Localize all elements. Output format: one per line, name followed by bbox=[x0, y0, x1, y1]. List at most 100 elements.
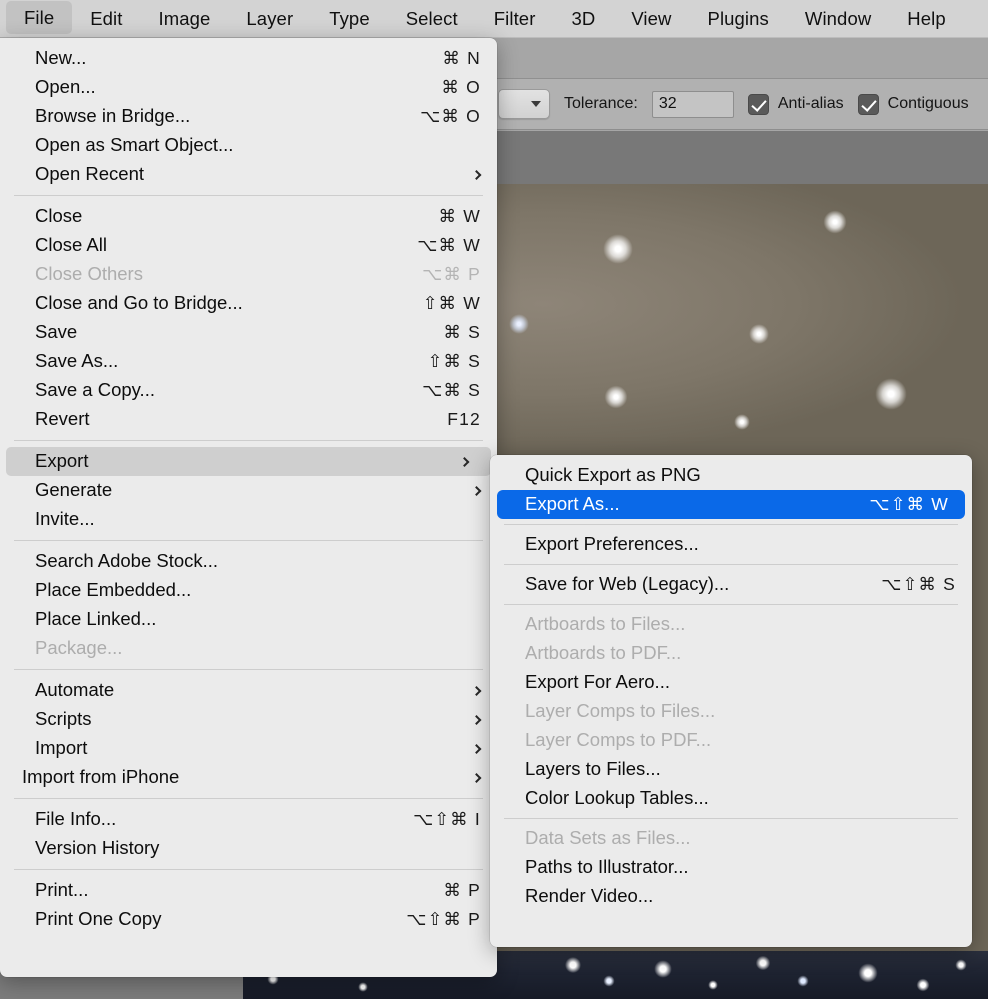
menubar-item-label: Help bbox=[907, 7, 946, 29]
menu-item-label: Generate bbox=[35, 479, 113, 501]
menu-item-close[interactable]: Close ⌘ W bbox=[0, 202, 497, 231]
menu-item-shortcut: ⌘ W bbox=[438, 205, 481, 226]
menubar-item-select[interactable]: Select bbox=[388, 0, 476, 37]
menubar-item-3d[interactable]: 3D bbox=[553, 0, 613, 37]
menubar-item-label: Plugins bbox=[707, 7, 769, 29]
menu-item-label: Export bbox=[35, 450, 89, 472]
menu-item-open-as-smart-object[interactable]: Open as Smart Object... bbox=[0, 131, 497, 160]
menubar-item-window[interactable]: Window bbox=[787, 0, 889, 37]
menu-item-new[interactable]: New... ⌘ N bbox=[0, 44, 497, 73]
menu-separator bbox=[14, 440, 483, 441]
menu-item-close-and-go-to-bridge[interactable]: Close and Go to Bridge... ⇧⌘ W bbox=[0, 289, 497, 318]
menu-item-paths-to-illustrator[interactable]: Paths to Illustrator... bbox=[490, 853, 972, 882]
menubar-item-file[interactable]: File bbox=[6, 1, 73, 34]
menu-item-version-history[interactable]: Version History bbox=[0, 834, 497, 863]
menu-item-shortcut: ⌥⌘ W bbox=[417, 234, 481, 255]
menu-item-color-lookup-tables[interactable]: Color Lookup Tables... bbox=[490, 784, 972, 813]
menu-item-shortcut: ⌥⇧⌘ P bbox=[406, 908, 481, 929]
menu-separator bbox=[14, 540, 483, 541]
menu-item-file-info[interactable]: File Info... ⌥⇧⌘ I bbox=[0, 805, 497, 834]
menubar-item-label: Filter bbox=[493, 7, 536, 29]
menu-item-label: Save As... bbox=[35, 350, 119, 372]
menubar-item-label: File bbox=[24, 6, 55, 28]
menu-item-save-a-copy[interactable]: Save a Copy... ⌥⌘ S bbox=[0, 376, 497, 405]
menu-item-open[interactable]: Open... ⌘ O bbox=[0, 73, 497, 102]
menu-item-save-as[interactable]: Save As... ⇧⌘ S bbox=[0, 347, 497, 376]
tool-preset-picker[interactable] bbox=[498, 89, 550, 119]
menu-item-label: Browse in Bridge... bbox=[35, 105, 191, 127]
menu-item-layers-to-files[interactable]: Layers to Files... bbox=[490, 755, 972, 784]
menu-item-label: Close and Go to Bridge... bbox=[35, 292, 243, 314]
menu-item-label: Artboards to PDF... bbox=[525, 642, 682, 664]
menu-item-invite[interactable]: Invite... bbox=[0, 505, 497, 534]
antialias-option[interactable]: Anti-alias bbox=[747, 93, 844, 115]
menubar-item-filter[interactable]: Filter bbox=[476, 0, 554, 37]
menubar-item-label: Type bbox=[329, 7, 370, 29]
menu-item-search-adobe-stock[interactable]: Search Adobe Stock... bbox=[0, 547, 497, 576]
menu-item-generate[interactable]: Generate bbox=[0, 476, 497, 505]
menubar-item-type[interactable]: Type bbox=[311, 0, 388, 37]
menu-item-label: Color Lookup Tables... bbox=[525, 787, 709, 809]
menubar-item-label: Image bbox=[158, 7, 211, 29]
menu-item-label: Paths to Illustrator... bbox=[525, 856, 689, 878]
menu-item-shortcut: ⇧⌘ W bbox=[422, 292, 481, 313]
menu-item-import-from-iphone[interactable]: Import from iPhone bbox=[0, 763, 497, 792]
menu-item-save-for-web-legacy[interactable]: Save for Web (Legacy)... ⌥⇧⌘ S bbox=[490, 570, 972, 599]
menu-item-label: Place Linked... bbox=[35, 608, 157, 630]
menu-item-browse-in-bridge[interactable]: Browse in Bridge... ⌥⌘ O bbox=[0, 102, 497, 131]
menu-item-label: Layers to Files... bbox=[525, 758, 661, 780]
antialias-checkbox[interactable] bbox=[747, 93, 769, 115]
menu-item-shortcut: ⌥⇧⌘ W bbox=[869, 493, 949, 514]
menu-separator bbox=[504, 564, 958, 565]
tolerance-label: Tolerance: bbox=[564, 95, 638, 112]
menu-item-export-for-aero[interactable]: Export For Aero... bbox=[490, 668, 972, 697]
menu-item-render-video[interactable]: Render Video... bbox=[490, 882, 972, 911]
menu-item-export[interactable]: Export bbox=[6, 447, 491, 476]
menu-item-import[interactable]: Import bbox=[0, 734, 497, 763]
menu-item-place-embedded[interactable]: Place Embedded... bbox=[0, 576, 497, 605]
menubar-item-layer[interactable]: Layer bbox=[228, 0, 311, 37]
menu-item-save[interactable]: Save ⌘ S bbox=[0, 318, 497, 347]
menu-item-layer-comps-to-pdf: Layer Comps to PDF... bbox=[490, 726, 972, 755]
menu-item-place-linked[interactable]: Place Linked... bbox=[0, 605, 497, 634]
menu-item-automate[interactable]: Automate bbox=[0, 676, 497, 705]
menubar-item-help[interactable]: Help bbox=[889, 0, 963, 37]
menu-item-print[interactable]: Print... ⌘ P bbox=[0, 876, 497, 905]
menu-item-shortcut: ⌥⌘ S bbox=[421, 379, 481, 400]
menu-item-open-recent[interactable]: Open Recent bbox=[0, 160, 497, 189]
menubar-item-edit[interactable]: Edit bbox=[72, 0, 140, 37]
chevron-down-icon bbox=[531, 101, 541, 107]
menu-separator bbox=[14, 798, 483, 799]
menu-item-revert[interactable]: Revert F12 bbox=[0, 405, 497, 434]
tolerance-input[interactable]: 32 bbox=[651, 90, 734, 118]
contiguous-option[interactable]: Contiguous bbox=[857, 93, 969, 115]
menu-item-shortcut: ⌘ P bbox=[443, 879, 481, 900]
menu-item-print-one-copy[interactable]: Print One Copy ⌥⇧⌘ P bbox=[0, 905, 497, 934]
menubar-item-label: Window bbox=[804, 7, 872, 29]
menu-item-label: Quick Export as PNG bbox=[525, 464, 701, 486]
menu-item-quick-export-as-png[interactable]: Quick Export as PNG bbox=[490, 461, 972, 490]
contiguous-checkbox[interactable] bbox=[857, 93, 879, 115]
menu-item-artboards-to-pdf: Artboards to PDF... bbox=[490, 639, 972, 668]
menubar-item-view[interactable]: View bbox=[613, 0, 689, 37]
menu-item-data-sets-as-files: Data Sets as Files... bbox=[490, 824, 972, 853]
menu-item-shortcut: ⌥⇧⌘ I bbox=[412, 808, 481, 829]
menu-item-label: Automate bbox=[35, 679, 115, 701]
menubar-item-image[interactable]: Image bbox=[141, 0, 229, 37]
menu-item-label: Search Adobe Stock... bbox=[35, 550, 219, 572]
menu-item-label: Close Others bbox=[35, 263, 143, 285]
menu-separator bbox=[504, 524, 958, 525]
menu-item-close-all[interactable]: Close All ⌥⌘ W bbox=[0, 231, 497, 260]
menubar-item-label: 3D bbox=[571, 7, 596, 29]
menu-item-export-as[interactable]: Export As... ⌥⇧⌘ W bbox=[497, 490, 965, 519]
menu-item-label: Open as Smart Object... bbox=[35, 134, 234, 156]
menu-item-label: New... bbox=[35, 47, 87, 69]
photoshop-screenshot: Tolerance: 32 Anti-alias Contiguous File… bbox=[0, 0, 988, 999]
menubar-item-plugins[interactable]: Plugins bbox=[690, 0, 787, 37]
menu-item-export-preferences[interactable]: Export Preferences... bbox=[490, 530, 972, 559]
menu-item-label: Import bbox=[35, 737, 88, 759]
menu-separator bbox=[14, 669, 483, 670]
menu-item-shortcut: ⌘ N bbox=[442, 47, 481, 68]
menu-item-scripts[interactable]: Scripts bbox=[0, 705, 497, 734]
menubar-item-label: View bbox=[631, 7, 672, 29]
